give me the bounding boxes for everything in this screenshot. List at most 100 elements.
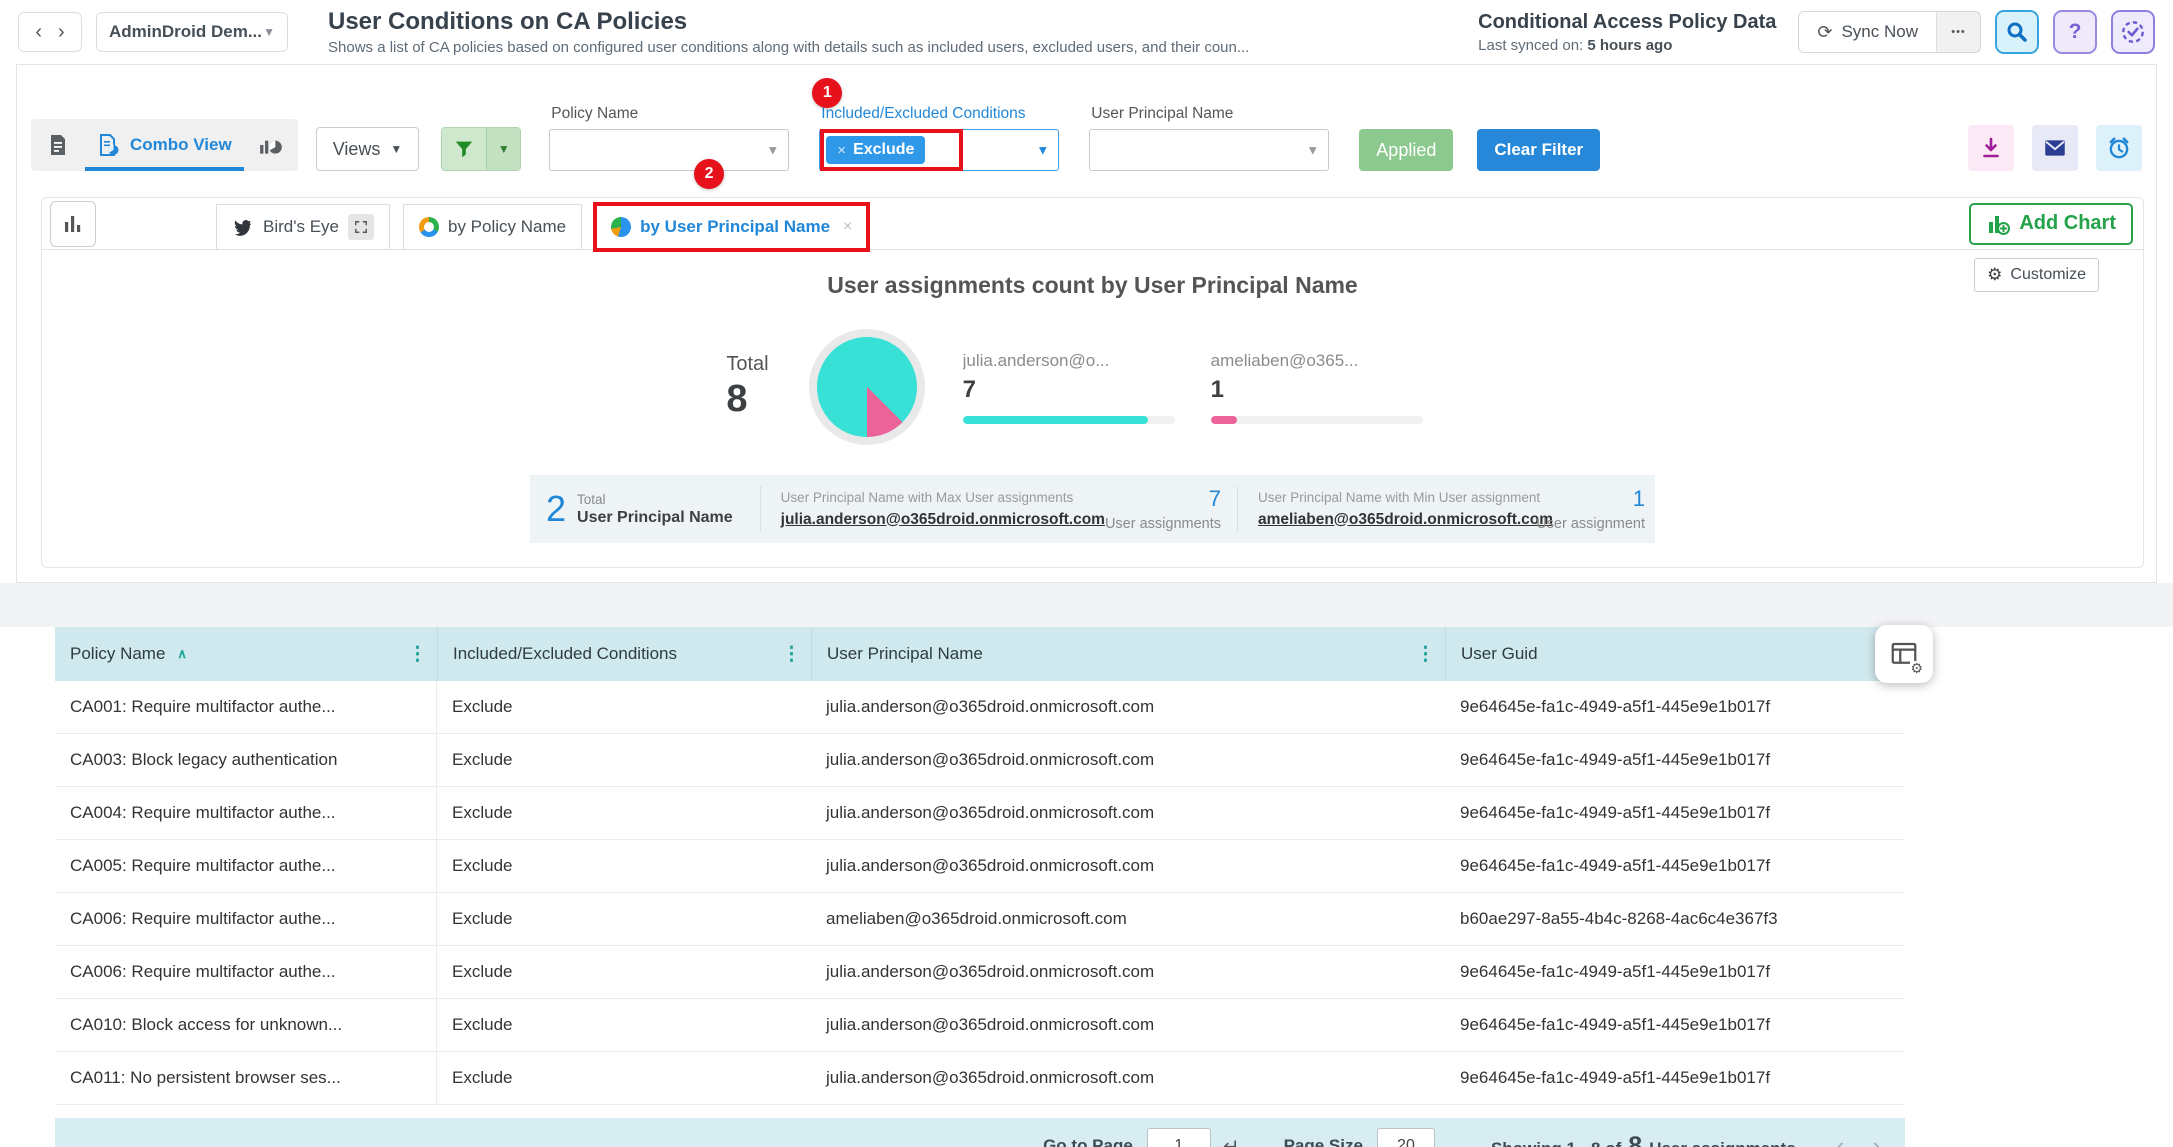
stat-max-link[interactable]: julia.anderson@o365droid.onmicrosoft.com [781, 511, 1105, 529]
total-value: 8 [726, 378, 768, 421]
stat-max-value: 7 [1105, 486, 1221, 512]
column-menu-icon[interactable]: ⋮ [408, 643, 427, 666]
cell-user-guid: 9e64645e-fa1c-4949-a5f1-445e9e1b017f [1445, 697, 1905, 717]
table-row: CA004: Require multifactor authe... Excl… [55, 787, 1905, 840]
funnel-icon [453, 138, 475, 160]
tab-label: by Policy Name [448, 217, 566, 237]
mail-icon [2042, 135, 2068, 161]
stat-min-value: 1 [1536, 486, 1645, 512]
filter-label: User Principal Name [1091, 105, 1329, 123]
clear-filter-button[interactable]: Clear Filter [1477, 129, 1600, 171]
sort-asc-icon: ∧ [177, 646, 187, 662]
filter-toolbar: Combo View Views ▼ ▼ [17, 65, 2156, 197]
sync-more-button[interactable]: ••• [1936, 12, 1980, 52]
filter-dropdown-button[interactable]: ▼ [486, 128, 520, 170]
cell-upn: ameliaben@o365droid.onmicrosoft.com [811, 909, 1445, 929]
export-button[interactable] [1968, 125, 2014, 171]
summary-stats-bar: 2 Total User Principal Name User Princip… [530, 475, 1655, 543]
record-count: 8 [1628, 1132, 1642, 1147]
chart-body: User assignments count by User Principal… [42, 250, 2143, 567]
grid-view-button[interactable] [37, 124, 79, 166]
help-button[interactable]: ? [2053, 10, 2097, 54]
upn-select[interactable]: ▼ [1089, 129, 1329, 171]
cell-conditions: Exclude [437, 750, 811, 770]
applied-button[interactable]: Applied [1359, 129, 1453, 171]
download-icon [1979, 136, 2003, 160]
cell-policy-name: CA001: Require multifactor authe... [55, 681, 437, 733]
prev-page-icon[interactable]: ‹ [1836, 1133, 1845, 1147]
pie-chart[interactable] [817, 337, 917, 437]
cell-user-guid: 9e64645e-fa1c-4949-a5f1-445e9e1b017f [1445, 750, 1905, 770]
chevron-down-icon: ▼ [390, 142, 402, 156]
goto-page-input[interactable] [1147, 1128, 1211, 1147]
column-header-policy-name[interactable]: Policy Name ∧ ⋮ [55, 627, 437, 681]
filter-button[interactable] [442, 128, 486, 170]
view-mode-strip: Combo View [31, 119, 298, 171]
policy-name-select[interactable]: ▼ [549, 129, 789, 171]
table-area: Policy Name ∧ ⋮ Included/Excluded Condit… [0, 627, 2173, 1147]
cell-upn: julia.anderson@o365droid.onmicrosoft.com [811, 697, 1445, 717]
stat-min-title: User Principal Name with Min User assign… [1258, 490, 1536, 505]
main-panel: Combo View Views ▼ ▼ [16, 64, 2157, 583]
table-row: CA011: No persistent browser ses... Excl… [55, 1052, 1905, 1105]
stat-min-link[interactable]: ameliaben@o365droid.onmicrosoft.com [1258, 511, 1553, 529]
page-size-label: Page Size [1284, 1136, 1363, 1147]
expand-icon[interactable] [348, 214, 374, 240]
customize-button[interactable]: ⚙ Customize [1974, 258, 2099, 292]
views-dropdown[interactable]: Views ▼ [316, 127, 420, 171]
total-label: Total [726, 353, 768, 376]
cell-user-guid: 9e64645e-fa1c-4949-a5f1-445e9e1b017f [1445, 856, 1905, 876]
cell-policy-name: CA004: Require multifactor authe... [55, 787, 437, 839]
pagination-arrows: ‹ › [1836, 1133, 1881, 1147]
column-settings-button[interactable]: ⚙ [1875, 625, 1933, 683]
search-button[interactable] [1995, 10, 2039, 54]
column-header-conditions[interactable]: Included/Excluded Conditions ⋮ [437, 627, 811, 681]
cell-user-guid: 9e64645e-fa1c-4949-a5f1-445e9e1b017f [1445, 962, 1905, 982]
chart-view-button[interactable] [250, 124, 292, 166]
tab-by-user-principal-name[interactable]: by User Principal Name × 2 [595, 204, 868, 249]
last-synced: Last synced on: 5 hours ago [1478, 37, 1776, 54]
tab-by-policy-name[interactable]: by Policy Name [403, 204, 582, 249]
table-row: CA003: Block legacy authentication Exclu… [55, 734, 1905, 787]
remove-tag-icon[interactable]: × [837, 142, 846, 159]
table-row: CA006: Require multifactor authe... Excl… [55, 893, 1905, 946]
refresh-icon: ⟳ [1817, 22, 1832, 43]
chart-card: Bird's Eye by Policy Name by User Princi… [41, 197, 2144, 568]
conditions-select[interactable]: × Exclude 1 ▼ [819, 129, 1059, 171]
legend-item-min: ameliaben@o365... 1 [1211, 351, 1423, 424]
column-menu-icon[interactable]: ⋮ [1416, 643, 1435, 666]
stat-total: 2 Total User Principal Name [530, 491, 760, 527]
chart-list-button[interactable] [50, 201, 96, 247]
page-size-input[interactable] [1377, 1128, 1435, 1147]
donut-chart-icon [419, 217, 439, 237]
filter-label: Included/Excluded Conditions [821, 105, 1059, 123]
datasource-title: Conditional Access Policy Data [1478, 11, 1776, 34]
report-grid: Policy Name ∧ ⋮ Included/Excluded Condit… [55, 627, 1905, 1147]
chevron-down-icon: ▼ [1036, 143, 1049, 158]
sync-now-button[interactable]: ⟳ Sync Now [1799, 12, 1936, 52]
legend-value: 1 [1211, 376, 1423, 404]
workspace-dropdown[interactable]: AdminDroid Dem... ▼ [96, 12, 288, 52]
filter-policy-name: Policy Name ▼ [549, 105, 789, 171]
cell-policy-name: CA010: Block access for unknown... [55, 999, 437, 1051]
column-header-upn[interactable]: User Principal Name ⋮ [811, 627, 1445, 681]
close-tab-icon[interactable]: × [843, 218, 852, 236]
back-icon[interactable]: ‹ [35, 22, 42, 42]
next-page-icon[interactable]: › [1872, 1133, 1881, 1147]
stat-max: User Principal Name with Max User assign… [760, 486, 1237, 532]
add-chart-button[interactable]: Add Chart [1969, 203, 2133, 245]
total-block: Total 8 [726, 353, 768, 421]
cell-user-guid: 9e64645e-fa1c-4949-a5f1-445e9e1b017f [1445, 1068, 1905, 1088]
cell-policy-name: CA011: No persistent browser ses... [55, 1052, 437, 1104]
column-header-user-guid[interactable]: User Guid ⋮ [1445, 627, 1905, 681]
schedule-button[interactable] [2111, 10, 2155, 54]
filter-upn: User Principal Name ▼ [1089, 105, 1329, 171]
column-menu-icon[interactable]: ⋮ [782, 643, 801, 666]
combo-view-tab[interactable]: Combo View [79, 119, 250, 171]
alert-button[interactable] [2096, 125, 2142, 171]
app-header: ‹ › AdminDroid Dem... ▼ User Conditions … [0, 0, 2173, 64]
email-button[interactable] [2032, 125, 2078, 171]
tab-birds-eye[interactable]: Bird's Eye [216, 204, 390, 249]
forward-icon[interactable]: › [58, 22, 65, 42]
legend-name: julia.anderson@o... [963, 351, 1175, 371]
